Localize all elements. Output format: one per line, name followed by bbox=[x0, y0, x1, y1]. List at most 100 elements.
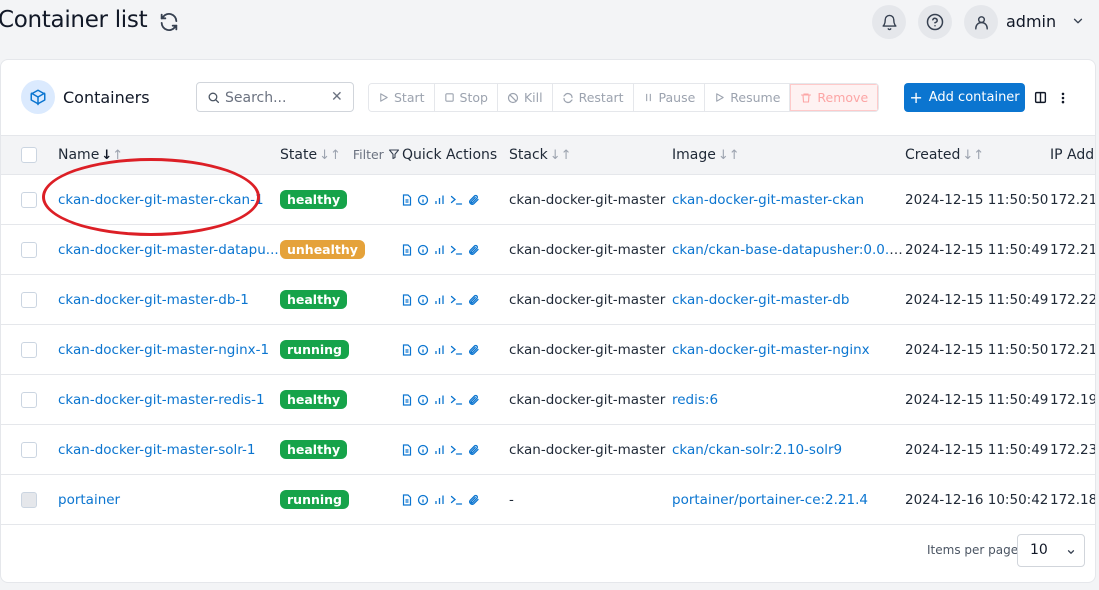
row-checkbox[interactable] bbox=[21, 341, 37, 358]
console-icon[interactable] bbox=[450, 494, 463, 506]
created-cell: 2024-12-15 11:50:49 bbox=[905, 441, 1049, 458]
row-checkbox[interactable] bbox=[21, 441, 37, 458]
state-column-header[interactable]: State ↓↑ Filter bbox=[280, 136, 402, 175]
table-row[interactable]: ckan-docker-git-master-redis-1 healthy c… bbox=[1, 375, 1095, 425]
console-icon[interactable] bbox=[450, 344, 463, 356]
container-name-link[interactable]: ckan-docker-git-master-datapu... bbox=[58, 242, 279, 258]
row-checkbox[interactable] bbox=[21, 291, 37, 308]
resume-label: Resume bbox=[730, 90, 781, 105]
inspect-icon[interactable] bbox=[417, 294, 429, 306]
image-link[interactable]: redis:6 bbox=[672, 392, 718, 408]
stats-icon[interactable] bbox=[434, 294, 445, 306]
logs-icon[interactable] bbox=[402, 443, 412, 456]
user-menu-button[interactable] bbox=[964, 5, 998, 39]
image-link[interactable]: ckan/ckan-base-datapusher:0.0.20 bbox=[672, 242, 905, 258]
refresh-icon[interactable] bbox=[158, 11, 180, 33]
image-link[interactable]: ckan-docker-git-master-nginx bbox=[672, 342, 870, 358]
attach-icon[interactable] bbox=[468, 494, 480, 506]
table-row[interactable]: ckan-docker-git-master-ckan-1 healthy ck… bbox=[1, 175, 1095, 225]
console-icon[interactable] bbox=[450, 194, 463, 206]
row-checkbox[interactable] bbox=[21, 241, 37, 258]
items-per-page-select[interactable]: 10 bbox=[1017, 534, 1085, 567]
logs-icon[interactable] bbox=[402, 243, 412, 256]
attach-icon[interactable] bbox=[468, 444, 480, 456]
stats-icon[interactable] bbox=[434, 494, 445, 506]
logs-icon[interactable] bbox=[402, 393, 412, 406]
containers-card: Containers ✕ Start Stop Kill Restart bbox=[0, 59, 1096, 583]
table-row[interactable]: ckan-docker-git-master-solr-1 healthy ck… bbox=[1, 425, 1096, 475]
stats-icon[interactable] bbox=[434, 394, 445, 406]
kill-button[interactable]: Kill bbox=[497, 84, 553, 111]
stack-column-header[interactable]: Stack ↓↑ bbox=[509, 136, 672, 175]
ip-column-header[interactable]: IP Addr bbox=[1050, 136, 1095, 175]
restart-button[interactable]: Restart bbox=[552, 84, 634, 111]
ip-cell: 172.23.0 bbox=[1050, 441, 1096, 458]
container-name-link[interactable]: ckan-docker-git-master-solr-1 bbox=[58, 442, 255, 458]
columns-icon[interactable] bbox=[1034, 91, 1047, 104]
logs-icon[interactable] bbox=[402, 493, 412, 506]
stats-icon[interactable] bbox=[434, 244, 445, 256]
table-row[interactable]: ckan-docker-git-master-db-1 healthy ckan… bbox=[1, 275, 1095, 325]
username[interactable]: admin bbox=[1006, 12, 1056, 31]
stop-icon bbox=[444, 93, 454, 102]
search-box[interactable]: ✕ bbox=[196, 82, 354, 112]
resume-button[interactable]: Resume bbox=[705, 84, 791, 111]
chevron-down-icon[interactable] bbox=[1071, 14, 1085, 28]
row-checkbox[interactable] bbox=[21, 391, 37, 408]
stats-icon[interactable] bbox=[434, 194, 445, 206]
created-column-header[interactable]: Created ↓↑ bbox=[905, 136, 1050, 175]
search-input[interactable] bbox=[225, 87, 325, 109]
more-options-icon[interactable] bbox=[1059, 91, 1067, 105]
row-checkbox[interactable] bbox=[21, 191, 37, 208]
attach-icon[interactable] bbox=[468, 194, 480, 206]
image-link[interactable]: ckan-docker-git-master-db bbox=[672, 292, 849, 308]
quick-actions-cell bbox=[402, 325, 509, 375]
inspect-icon[interactable] bbox=[417, 244, 429, 256]
start-button[interactable]: Start bbox=[369, 84, 435, 111]
console-icon[interactable] bbox=[450, 394, 463, 406]
row-select-cell bbox=[1, 375, 58, 425]
inspect-icon[interactable] bbox=[417, 394, 429, 406]
state-filter[interactable]: Filter bbox=[353, 147, 400, 162]
row-checkbox[interactable] bbox=[21, 491, 37, 508]
logs-icon[interactable] bbox=[402, 343, 412, 356]
inspect-icon[interactable] bbox=[417, 444, 429, 456]
inspect-icon[interactable] bbox=[417, 194, 429, 206]
table-row[interactable]: ckan-docker-git-master-nginx-1 running c… bbox=[1, 325, 1095, 375]
container-name-link[interactable]: ckan-docker-git-master-nginx-1 bbox=[58, 342, 269, 358]
attach-icon[interactable] bbox=[468, 344, 480, 356]
console-icon[interactable] bbox=[450, 244, 463, 256]
attach-icon[interactable] bbox=[468, 294, 480, 306]
attach-icon[interactable] bbox=[468, 394, 480, 406]
table-row[interactable]: portainer running - portainer/portainer-… bbox=[1, 475, 1095, 525]
clear-search-icon[interactable]: ✕ bbox=[331, 89, 343, 105]
image-link[interactable]: ckan/ckan-solr:2.10-solr9 bbox=[672, 442, 842, 458]
table-row[interactable]: ckan-docker-git-master-datapu... unhealt… bbox=[1, 225, 1095, 275]
help-button[interactable] bbox=[918, 5, 952, 39]
stats-icon[interactable] bbox=[434, 444, 445, 456]
name-column-header[interactable]: Name ↓↑ bbox=[58, 136, 280, 175]
pause-button[interactable]: Pause bbox=[633, 84, 706, 111]
logs-icon[interactable] bbox=[402, 193, 412, 206]
console-icon[interactable] bbox=[450, 294, 463, 306]
remove-button[interactable]: Remove bbox=[790, 84, 879, 111]
container-name-link[interactable]: ckan-docker-git-master-db-1 bbox=[58, 292, 249, 308]
inspect-icon[interactable] bbox=[417, 344, 429, 356]
notifications-button[interactable] bbox=[872, 5, 906, 39]
console-icon[interactable] bbox=[450, 444, 463, 456]
container-name-link[interactable]: portainer bbox=[58, 492, 120, 508]
image-cell: ckan/ckan-solr:2.10-solr9 bbox=[672, 425, 905, 475]
inspect-icon[interactable] bbox=[417, 494, 429, 506]
image-link[interactable]: portainer/portainer-ce:2.21.4 bbox=[672, 492, 868, 508]
select-all-checkbox[interactable] bbox=[21, 147, 37, 163]
container-name-link[interactable]: ckan-docker-git-master-redis-1 bbox=[58, 392, 265, 408]
stack-cell: ckan-docker-git-master bbox=[509, 191, 666, 208]
stop-button[interactable]: Stop bbox=[434, 84, 498, 111]
attach-icon[interactable] bbox=[468, 244, 480, 256]
image-link[interactable]: ckan-docker-git-master-ckan bbox=[672, 192, 864, 208]
image-column-header[interactable]: Image ↓↑ bbox=[672, 136, 905, 175]
container-name-link[interactable]: ckan-docker-git-master-ckan-1 bbox=[58, 192, 264, 208]
stats-icon[interactable] bbox=[434, 344, 445, 356]
add-container-button[interactable]: + Add container bbox=[904, 83, 1025, 112]
logs-icon[interactable] bbox=[402, 293, 412, 306]
